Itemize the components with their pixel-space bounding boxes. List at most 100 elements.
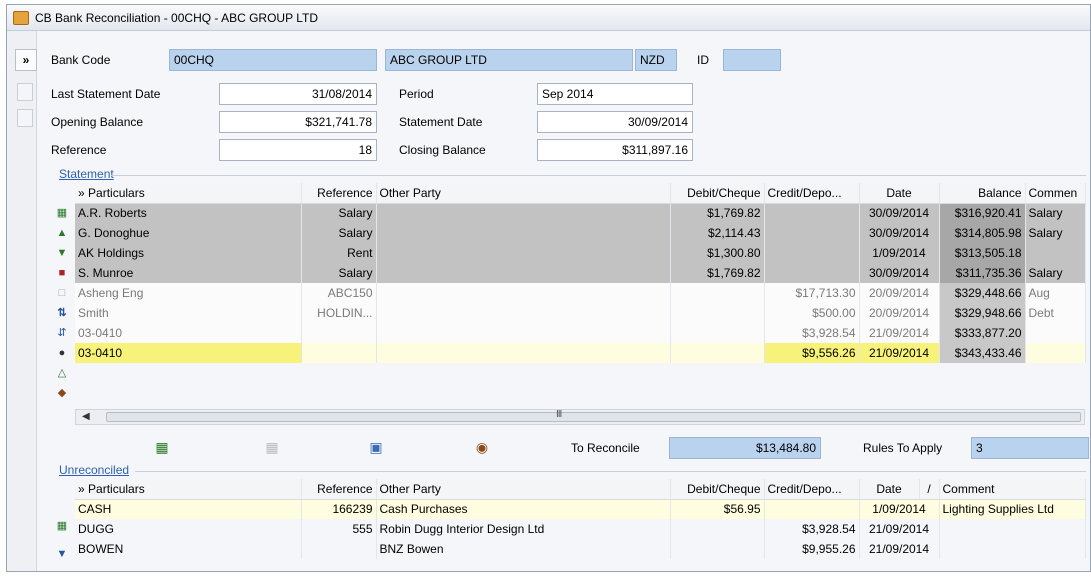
cell-particulars: DUGG [75,519,302,539]
col-date[interactable]: Date [859,183,940,204]
table-row[interactable]: Asheng Eng ABC150 $17,713.30 20/09/2014 … [75,283,1086,303]
id-field[interactable] [723,49,781,71]
cell-date: 21/09/2014 [859,323,940,343]
table-row[interactable]: DUGG 555 Robin Dugg Interior Design Ltd … [75,519,1086,539]
bank-code-field[interactable]: 00CHQ [169,49,377,71]
reference-label: Reference [51,143,107,157]
col-reference[interactable]: Reference [301,479,377,500]
apply-rule-icon[interactable]: △ [55,366,69,380]
col-other-party[interactable]: Other Party [376,479,671,500]
id-label: ID [697,53,709,67]
cell-comment: Lighting Supplies Ltd [939,499,1086,519]
scroll-thumb[interactable] [106,412,1081,422]
cell-debit [670,539,765,559]
col-date[interactable]: Date [859,479,920,500]
add-row-icon[interactable]: ▦ [55,206,69,220]
cell-particulars: Smith [75,303,302,323]
cell-date: 30/09/2014 [859,263,940,283]
table-row-highlighted[interactable]: CASH 166239 Cash Purchases $56.95 1/09/2… [75,499,1086,519]
cell-date: 21/09/2014 [859,519,940,539]
col-credit[interactable]: Credit/Depo... [764,183,860,204]
statement-section-title[interactable]: Statement [59,167,114,181]
cell-comment: Salary [1025,223,1086,243]
table-row-highlighted[interactable]: 03-0410 $9,556.26 21/09/2014 $343,433.46 [75,343,1086,363]
table-row[interactable]: G. Donoghue Salary $2,114.43 30/09/2014 … [75,223,1086,243]
side-toolbar: » [7,31,37,571]
reconcile-document-icon[interactable]: ▦ [151,437,173,457]
unreconcile-document-icon[interactable]: ▦ [261,437,283,457]
cell-debit: $1,769.82 [670,203,765,223]
cell-other-party [376,263,671,283]
col-debit[interactable]: Debit/Cheque [670,479,765,500]
move-down-icon[interactable]: ▼ [55,246,69,260]
col-reference[interactable]: Reference [301,183,377,204]
col-other-party[interactable]: Other Party [376,183,671,204]
rules-to-apply-field[interactable]: 3 [971,437,1089,459]
col-debit[interactable]: Debit/Cheque [670,183,765,204]
currency-field[interactable]: NZD [635,49,677,71]
match-document-icon[interactable]: ▦ [55,519,69,533]
cell-other-party [376,283,671,303]
cell-other-party: Robin Dugg Interior Design Ltd [376,519,671,539]
cell-reference: HOLDIN... [301,303,377,323]
cell-particulars: A.R. Roberts [75,203,302,223]
reference-field[interactable]: 18 [219,139,377,161]
apply-rules-icon[interactable]: ◉ [471,437,493,457]
col-balance[interactable]: Balance [939,183,1026,204]
delete-row-icon[interactable]: ■ [55,266,69,280]
table-row[interactable]: 03-0410 $3,928.54 21/09/2014 $333,877.20 [75,323,1086,343]
col-particulars[interactable]: » Particulars [75,183,302,204]
cell-credit: $500.00 [764,303,860,323]
cell-comment [939,539,1086,559]
table-row[interactable]: A.R. Roberts Salary $1,769.82 30/09/2014… [75,203,1086,223]
find-binoculars-icon[interactable]: ● [55,346,69,360]
period-field[interactable]: Sep 2014 [537,83,693,105]
col-credit[interactable]: Credit/Depo... [764,479,860,500]
filter-icon[interactable]: ▼ [55,547,69,561]
cell-comment: Aug [1025,283,1086,303]
cell-other-party [376,303,671,323]
cell-credit: $9,556.26 [764,343,860,363]
bank-code-label: Bank Code [51,53,111,67]
col-comment[interactable]: Commen [1025,183,1086,204]
statement-date-label: Statement Date [399,115,483,129]
table-row[interactable]: AK Holdings Rent $1,300.80 1/09/2014 $31… [75,243,1086,263]
table-row[interactable]: Smith HOLDIN... $500.00 20/09/2014 $329,… [75,303,1086,323]
cell-reference: Salary [301,223,377,243]
col-particulars[interactable]: » Particulars [75,479,302,500]
closing-balance-field[interactable]: $311,897.16 [537,139,693,161]
cell-comment: Salary [1025,263,1086,283]
cell-particulars: BOWEN [75,539,302,559]
cell-other-party [376,323,671,343]
cell-date: 21/09/2014 [859,539,940,559]
copy-row-icon[interactable]: □ [55,286,69,300]
edit-note-icon[interactable] [17,83,33,101]
cell-other-party [376,343,671,363]
bank-name-field[interactable]: ABC GROUP LTD [385,49,633,71]
cell-date: 20/09/2014 [859,303,940,323]
cell-credit [764,263,860,283]
table-row[interactable]: BOWEN BNZ Bowen $9,955.26 21/09/2014 [75,539,1086,559]
gavel-icon[interactable]: ◆ [55,386,69,400]
statement-date-field[interactable]: 30/09/2014 [537,111,693,133]
col-sort-indicator[interactable]: / [919,479,940,500]
cell-credit [764,203,860,223]
last-statement-date-field[interactable]: 31/08/2014 [219,83,377,105]
cell-comment[interactable] [1025,343,1086,363]
auto-match-icon[interactable]: ▣ [365,437,387,457]
col-comment[interactable]: Comment [939,479,1086,500]
cell-reference: Salary [301,263,377,283]
unreconciled-section-title[interactable]: Unreconciled [59,463,129,477]
cell-reference: Salary [301,203,377,223]
statement-horizontal-scrollbar[interactable]: ◀ III [75,409,1085,425]
expand-button[interactable]: » [15,49,37,71]
table-row[interactable]: S. Munroe Salary $1,769.82 30/09/2014 $3… [75,263,1086,283]
opening-balance-field[interactable]: $321,741.78 [219,111,377,133]
scroll-left-arrow-icon[interactable]: ◀ [82,411,90,422]
move-up-icon[interactable]: ▲ [55,226,69,240]
cell-debit: $56.95 [670,499,765,519]
add-note-icon[interactable] [17,109,33,127]
cell-date: 1/09/2014 [859,243,940,263]
sort-icon[interactable]: ⇅ [55,306,69,320]
sort-numeric-icon[interactable]: ⇵ [55,326,69,340]
